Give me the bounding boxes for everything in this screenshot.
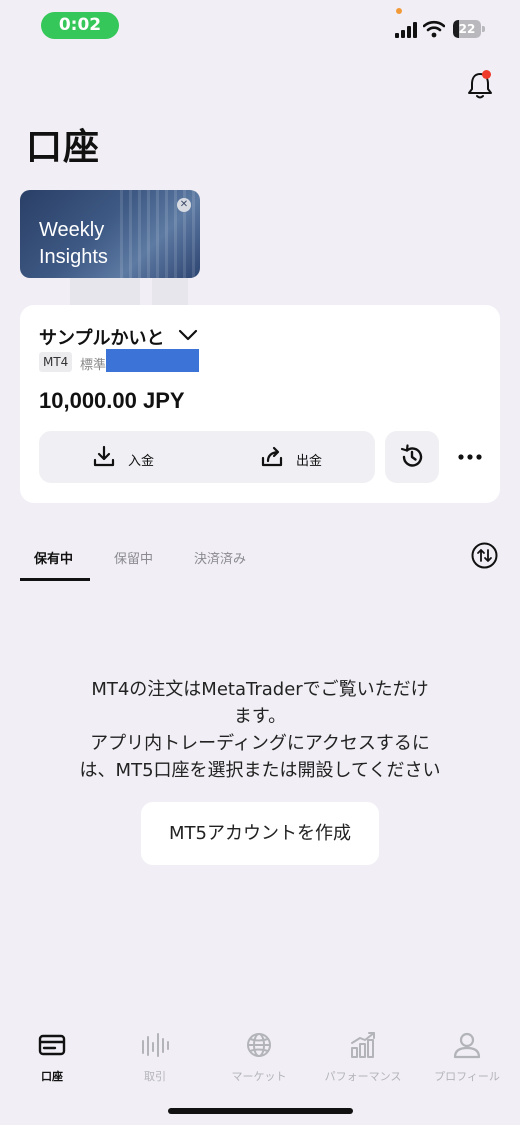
nav-label: 取引 <box>144 1070 166 1083</box>
account-balance: 10,000.00 JPY <box>39 388 185 413</box>
platform-badge: MT4 <box>39 352 73 372</box>
weekly-insights-banner[interactable]: Weekly Insights <box>20 190 200 278</box>
person-icon <box>453 1032 481 1059</box>
tab-open-positions[interactable]: 保有中 <box>34 548 73 567</box>
empty-state-line: アプリ内トレーディングにアクセスするに <box>90 733 430 754</box>
home-indicator[interactable] <box>168 1108 353 1114</box>
chevron-down-icon[interactable] <box>178 328 198 342</box>
trade-candles-icon <box>142 1033 169 1057</box>
nav-label: 口座 <box>41 1070 63 1083</box>
nav-item-trade[interactable]: 取引 <box>105 1030 205 1084</box>
more-options-icon[interactable] <box>457 447 483 467</box>
active-tab-indicator <box>20 578 90 581</box>
status-time: 0:02 <box>41 12 119 39</box>
privacy-indicator-dot <box>396 8 402 14</box>
download-icon[interactable] <box>92 444 116 468</box>
account-name[interactable]: サンプルかいと <box>39 324 164 350</box>
history-button[interactable] <box>385 431 439 483</box>
share-upload-icon[interactable] <box>260 444 284 468</box>
redacted-account-number <box>106 349 199 372</box>
banner-shadow <box>152 278 188 306</box>
create-mt5-account-button[interactable]: MT5アカウントを作成 <box>141 802 379 865</box>
sort-icon[interactable] <box>471 542 498 569</box>
withdraw-button[interactable]: 出金 <box>296 450 322 469</box>
banner-title-line2: Insights <box>39 246 108 268</box>
empty-state-line: は、MT5口座を選択または開設してください <box>79 760 441 781</box>
nav-label: パフォーマンス <box>324 1070 402 1083</box>
globe-icon <box>247 1033 271 1057</box>
page-title: 口座 <box>26 127 101 168</box>
empty-state-line: MT4の注文はMetaTraderでご覧いただけ <box>91 679 429 700</box>
account-type: 標準 <box>80 358 107 373</box>
wifi-icon <box>423 20 445 38</box>
empty-state-message: MT4の注文はMetaTraderでご覧いただけ ます。 アプリ内トレーディング… <box>40 676 480 784</box>
nav-item-accounts[interactable]: 口座 <box>2 1030 102 1084</box>
empty-state-line: ます。 <box>233 706 287 727</box>
battery-level: 22 <box>458 22 476 36</box>
banner-title: Weekly Insights <box>39 217 108 271</box>
banner-close-icon[interactable]: ✕ <box>177 198 191 212</box>
status-bar: 0:02 22 <box>0 0 520 50</box>
deposit-button[interactable]: 入金 <box>128 450 154 469</box>
nav-item-performance[interactable]: パフォーマンス <box>313 1030 413 1084</box>
banner-shadow <box>70 278 140 306</box>
battery-indicator: 22 <box>453 20 485 38</box>
deposit-withdraw-group <box>39 431 375 483</box>
history-icon <box>400 444 423 467</box>
performance-chart-icon <box>351 1032 375 1058</box>
tab-closed[interactable]: 決済済み <box>194 548 246 567</box>
account-card-icon <box>38 1034 66 1056</box>
nav-item-market[interactable]: マーケット <box>209 1030 309 1084</box>
nav-label: マーケット <box>231 1070 287 1083</box>
notification-badge <box>482 70 491 79</box>
banner-title-line1: Weekly <box>39 219 105 241</box>
nav-item-profile[interactable]: プロフィール <box>417 1030 517 1084</box>
tab-pending[interactable]: 保留中 <box>114 548 153 567</box>
cellular-signal-icon <box>395 22 417 38</box>
nav-label: プロフィール <box>434 1070 500 1083</box>
